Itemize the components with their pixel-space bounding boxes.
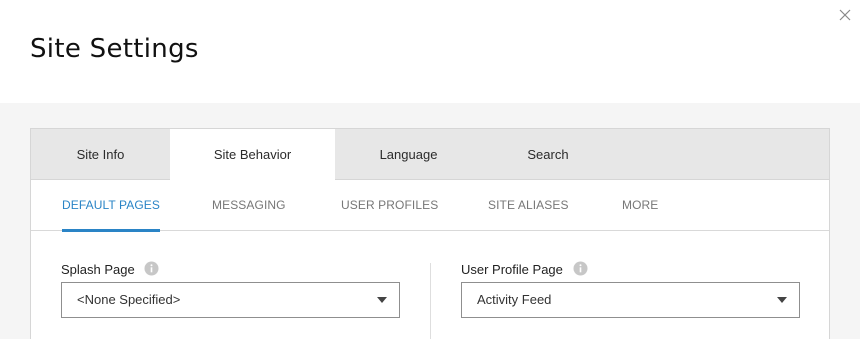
tab-language[interactable]: Language [335, 129, 482, 180]
default-pages-content: Splash Page <None Specified> User Profil… [31, 232, 829, 339]
main-tabs: Site Info Site Behavior Language Search [31, 129, 829, 181]
user-profile-page-select[interactable]: Activity Feed [461, 282, 800, 318]
user-profile-page-label: User Profile Page [461, 262, 563, 277]
subtab-more[interactable]: MORE [622, 180, 658, 231]
splash-page-label: Splash Page [61, 262, 135, 277]
dialog-header: Site Settings [0, 0, 860, 103]
sub-tabs: DEFAULT PAGES MESSAGING USER PROFILES SI… [31, 180, 829, 232]
splash-page-select[interactable]: <None Specified> [61, 282, 400, 318]
info-icon[interactable] [573, 261, 588, 276]
user-profile-page-value: Activity Feed [477, 292, 552, 307]
subtab-default-pages[interactable]: DEFAULT PAGES [62, 180, 160, 232]
tab-search[interactable]: Search [482, 129, 614, 180]
tab-site-info[interactable]: Site Info [31, 129, 170, 180]
info-icon[interactable] [144, 261, 159, 276]
subtab-messaging[interactable]: MESSAGING [212, 180, 286, 231]
tab-site-behavior[interactable]: Site Behavior [170, 129, 335, 181]
subtab-user-profiles[interactable]: USER PROFILES [341, 180, 438, 231]
splash-page-value: <None Specified> [77, 292, 181, 307]
column-divider [430, 263, 431, 339]
settings-panel: Site Info Site Behavior Language Search … [30, 128, 830, 339]
dialog-title: Site Settings [30, 34, 199, 64]
subtab-site-aliases[interactable]: SITE ALIASES [488, 180, 569, 231]
close-icon[interactable] [838, 8, 852, 22]
chevron-down-icon [777, 297, 787, 303]
chevron-down-icon [377, 297, 387, 303]
